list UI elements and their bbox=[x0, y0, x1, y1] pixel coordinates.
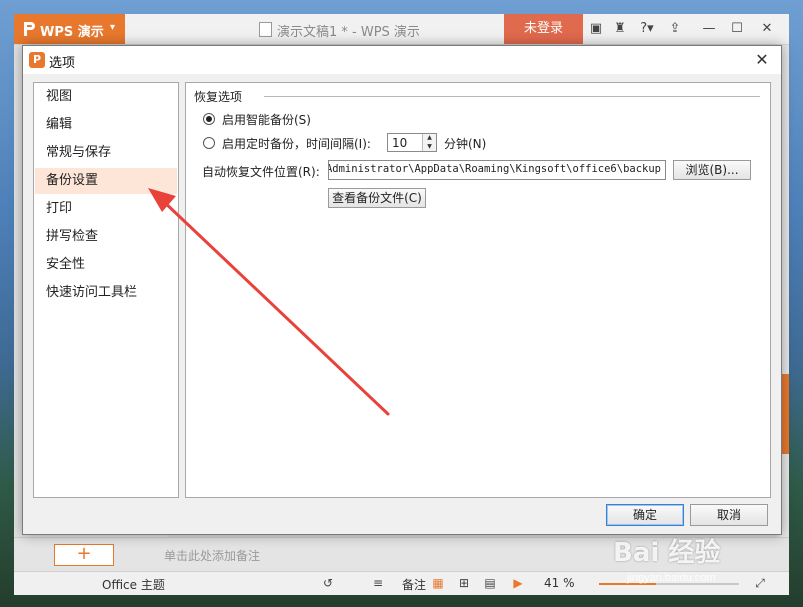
recovery-options-title: 恢复选项 bbox=[194, 90, 243, 104]
nav-item-backup-settings[interactable]: 备份设置 bbox=[35, 168, 177, 194]
view-backup-files-button[interactable]: 查看备份文件(C) bbox=[328, 188, 426, 208]
minimize-icon[interactable]: — bbox=[700, 20, 718, 38]
app-name: WPS 演示 bbox=[40, 25, 104, 40]
history-icon[interactable]: ↺ bbox=[320, 575, 336, 591]
spin-down-icon[interactable]: ▼ bbox=[423, 143, 436, 151]
browse-button[interactable]: 浏览(B)... bbox=[673, 160, 751, 180]
normal-view-icon[interactable]: ▦ bbox=[430, 575, 446, 591]
shirt-icon[interactable]: ♜ bbox=[611, 20, 629, 38]
baidu-jingyan-watermark: Bai 经验 jingyan.baidu.com bbox=[613, 532, 793, 602]
dialog-titlebar: P 选项 ✕ bbox=[23, 46, 781, 74]
notes-icon[interactable]: ≡ bbox=[370, 575, 386, 591]
timed-backup-radio[interactable] bbox=[203, 137, 215, 149]
nav-item-spellcheck[interactable]: 拼写检查 bbox=[35, 224, 177, 250]
zoom-level: 41 % bbox=[544, 576, 575, 590]
wps-logo-icon bbox=[24, 22, 35, 36]
recovery-location-label: 自动恢复文件位置(R): bbox=[202, 165, 320, 179]
nav-item-general-save[interactable]: 常规与保存 bbox=[35, 140, 177, 166]
nav-item-edit[interactable]: 编辑 bbox=[35, 112, 177, 138]
close-icon[interactable]: ✕ bbox=[758, 20, 776, 38]
cancel-button[interactable]: 取消 bbox=[690, 504, 768, 526]
nav-item-security[interactable]: 安全性 bbox=[35, 252, 177, 278]
play-slideshow-icon[interactable]: ▶ bbox=[510, 575, 526, 591]
nav-item-view[interactable]: 视图 bbox=[35, 84, 177, 110]
options-dialog: P 选项 ✕ 视图 编辑 常规与保存 备份设置 打印 拼写检查 安全性 快速访问… bbox=[22, 45, 782, 535]
smart-backup-label[interactable]: 启用智能备份(S) bbox=[222, 111, 311, 128]
notes-toggle-label[interactable]: 备注 bbox=[402, 576, 426, 593]
notes-placeholder[interactable]: 单击此处添加备注 bbox=[164, 547, 260, 564]
add-slide-button[interactable]: + bbox=[54, 544, 114, 566]
app-menu-button[interactable]: WPS 演示 ▾ bbox=[14, 14, 125, 44]
interval-unit-label: 分钟(N) bbox=[444, 137, 487, 151]
slide-sorter-icon[interactable]: ⊞ bbox=[456, 575, 472, 591]
chevron-down-icon: ▾ bbox=[110, 22, 116, 33]
recovery-location-value: s\Administrator\AppData\Roaming\Kingsoft… bbox=[328, 163, 661, 175]
reading-view-icon[interactable]: ▤ bbox=[482, 575, 498, 591]
watermark-logo: Bai 经验 bbox=[613, 538, 721, 568]
app-titlebar: WPS 演示 ▾ 演示文稿1 * - WPS 演示 未登录 ▣ ♜ ?▾ ⇪ —… bbox=[14, 14, 789, 45]
dialog-title: 选项 bbox=[49, 56, 76, 71]
timed-backup-label[interactable]: 启用定时备份，时间间隔(I): bbox=[222, 135, 371, 152]
group-divider bbox=[264, 96, 760, 97]
backup-settings-panel: 恢复选项 启用智能备份(S) 启用定时备份，时间间隔(I): 10 ▲ ▼ 分钟… bbox=[185, 82, 771, 498]
skin-icon[interactable]: ▣ bbox=[587, 20, 605, 38]
dialog-close-icon[interactable]: ✕ bbox=[751, 49, 773, 71]
interval-spin-buttons: ▲ ▼ bbox=[422, 134, 436, 151]
theme-name: Office 主题 bbox=[102, 578, 165, 592]
upload-icon[interactable]: ⇪ bbox=[666, 20, 684, 38]
ok-button[interactable]: 确定 bbox=[606, 504, 684, 526]
smart-backup-radio[interactable] bbox=[203, 113, 215, 125]
document-title: 演示文稿1 * - WPS 演示 bbox=[277, 25, 420, 40]
interval-value[interactable]: 10 bbox=[392, 136, 407, 150]
options-nav: 视图 编辑 常规与保存 备份设置 打印 拼写检查 安全性 快速访问工具栏 bbox=[33, 82, 179, 498]
login-button[interactable]: 未登录 bbox=[504, 14, 583, 44]
nav-item-print[interactable]: 打印 bbox=[35, 196, 177, 222]
maximize-icon[interactable]: ☐ bbox=[728, 20, 746, 38]
nav-item-quick-access-toolbar[interactable]: 快速访问工具栏 bbox=[35, 280, 177, 306]
recovery-location-field[interactable]: s\Administrator\AppData\Roaming\Kingsoft… bbox=[328, 160, 666, 180]
spin-up-icon[interactable]: ▲ bbox=[423, 134, 436, 142]
interval-stepper[interactable]: 10 ▲ ▼ bbox=[387, 133, 437, 152]
help-icon[interactable]: ?▾ bbox=[636, 20, 658, 38]
wps-logo-icon: P bbox=[29, 52, 45, 68]
watermark-url: jingyan.baidu.com bbox=[627, 572, 716, 584]
